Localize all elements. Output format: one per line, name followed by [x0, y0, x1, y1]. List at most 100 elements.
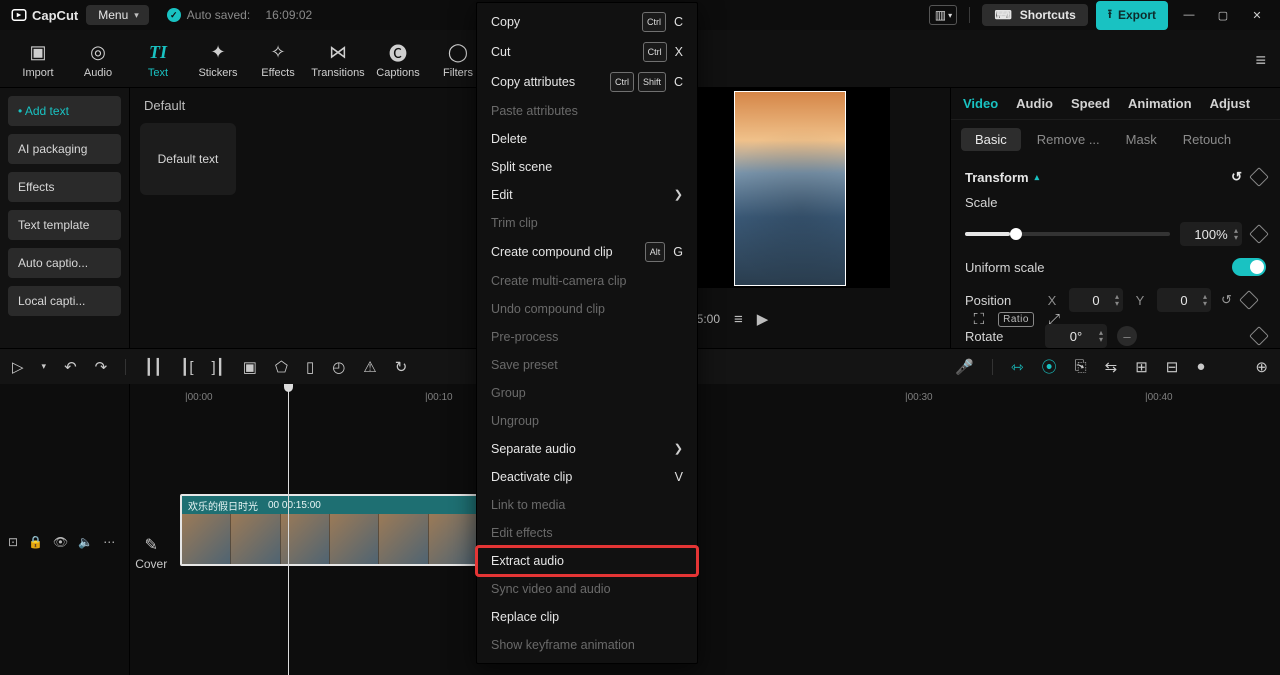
menu-dropdown[interactable]: Menu▾ [86, 5, 149, 25]
context-menu-item[interactable]: Split scene [477, 153, 697, 181]
insert-icon[interactable]: ⊟ [1166, 358, 1179, 376]
overwrite-icon[interactable]: ⊞ [1135, 358, 1148, 376]
subtab-mask[interactable]: Mask [1116, 128, 1167, 151]
track-lock-icon[interactable]: 🔒 [28, 535, 43, 549]
sidebar-item-ai-packaging[interactable]: AI packaging [8, 134, 121, 164]
undo-button[interactable]: ↶ [64, 358, 77, 376]
uniform-scale-toggle[interactable] [1232, 258, 1266, 276]
zoom-timeline-icon[interactable]: ⊕ [1255, 358, 1268, 376]
subtab-remove[interactable]: Remove ... [1027, 128, 1110, 151]
sidebar-item-text-template[interactable]: Text template [8, 210, 121, 240]
play-button[interactable]: ▶ [757, 310, 769, 328]
tool-dropdown[interactable]: ▾ [42, 361, 47, 372]
transform-section-header[interactable]: Transform▴ ↺ [951, 159, 1280, 189]
scale-keyframe[interactable] [1249, 224, 1269, 244]
list-icon[interactable]: ≡ [734, 311, 743, 328]
scale-slider[interactable] [965, 232, 1170, 236]
inspector-tab-audio[interactable]: Audio [1016, 96, 1053, 111]
reverse-tool[interactable]: ↻ [395, 358, 408, 376]
mirror-tool[interactable]: ⚠ [363, 358, 376, 376]
panel-menu-icon[interactable]: ≡ [1255, 50, 1266, 71]
context-menu-item[interactable]: Deactivate clipV [477, 463, 697, 491]
context-menu-label: Group [491, 384, 526, 402]
inspector-tab-video[interactable]: Video [963, 96, 998, 111]
shortcuts-button[interactable]: ⌨ Shortcuts [982, 4, 1087, 26]
window-maximize[interactable]: ▢ [1210, 2, 1236, 28]
tab-import[interactable]: ▣Import [8, 34, 68, 87]
timeline-ruler[interactable]: |00:00 |00:10 |00:30 |00:40 [130, 384, 1280, 414]
subtab-retouch[interactable]: Retouch [1173, 128, 1241, 151]
caret-up-icon: ▴ [1035, 172, 1040, 183]
preview-canvas[interactable] [690, 88, 890, 288]
window-minimize[interactable]: — [1176, 2, 1202, 28]
ratio-button[interactable]: Ratio [998, 312, 1034, 327]
frame-icon[interactable]: ⛶ [974, 311, 985, 328]
marker-tool[interactable]: ⬠ [275, 358, 288, 376]
keyframe-diamond-icon[interactable] [1249, 167, 1269, 187]
context-menu-label: Undo compound clip [491, 300, 605, 318]
autosave-status: ✓ Auto saved: 16:09:02 [167, 8, 312, 22]
tab-transitions[interactable]: ⋈Transitions [308, 34, 368, 87]
context-menu-item[interactable]: Extract audio [477, 547, 697, 575]
position-x-input[interactable]: 0▴▾ [1069, 288, 1123, 312]
position-reset-icon[interactable]: ↺ [1221, 292, 1232, 308]
export-button[interactable]: ⭱ Export [1096, 1, 1168, 30]
link-icon[interactable]: ⎘ [1075, 358, 1087, 375]
context-menu-item[interactable]: Edit ❯ [477, 181, 697, 209]
context-menu-item[interactable]: Create compound clipAltG [477, 237, 697, 267]
context-menu-item[interactable]: Separate audio❯ [477, 435, 697, 463]
playhead[interactable] [288, 384, 289, 675]
layout-button[interactable]: ▥ ▾ [929, 5, 957, 25]
inspector-tab-speed[interactable]: Speed [1071, 96, 1110, 111]
tab-captions[interactable]: 🅒Captions [368, 34, 428, 87]
import-icon: ▣ [28, 43, 48, 63]
context-menu-item[interactable]: Replace clip [477, 603, 697, 631]
position-y-input[interactable]: 0▴▾ [1157, 288, 1211, 312]
redo-button[interactable]: ↷ [95, 358, 108, 376]
mic-icon[interactable]: 🎤 [955, 358, 974, 376]
sidebar-item-effects[interactable]: Effects [8, 172, 121, 202]
context-menu-item[interactable]: Copy attributesCtrlShiftC [477, 67, 697, 97]
context-menu-item[interactable]: CutCtrlX [477, 37, 697, 67]
tab-audio[interactable]: ◎Audio [68, 34, 128, 87]
scale-value[interactable]: 100%▴▾ [1180, 222, 1242, 246]
inspector-tab-animation[interactable]: Animation [1128, 96, 1192, 111]
snap-icon[interactable]: ⇿ [1011, 358, 1024, 376]
default-text-thumb[interactable]: Default text [140, 123, 236, 195]
sidebar-item-local-captions[interactable]: Local capti... [8, 286, 121, 316]
split-tool[interactable]: ┃┃ [144, 358, 162, 376]
record-icon[interactable]: ● [1196, 358, 1205, 375]
rotate-dial[interactable]: – [1117, 326, 1137, 346]
trim-left-tool[interactable]: ┃[ [180, 358, 193, 376]
track-expand-icon[interactable]: ⊡ [8, 535, 18, 549]
window-close[interactable]: ✕ [1244, 2, 1270, 28]
chain-icon[interactable]: ⇆ [1105, 358, 1118, 376]
inspector-tab-adjust[interactable]: Adjust [1210, 96, 1250, 111]
sidebar-item-auto-captions[interactable]: Auto captio... [8, 248, 121, 278]
track-more-icon[interactable]: ⋯ [103, 535, 115, 549]
tab-stickers[interactable]: ✦Stickers [188, 34, 248, 87]
context-menu-item[interactable]: CopyCtrlC [477, 7, 697, 37]
context-menu-label: Edit [491, 186, 513, 204]
sidebar-item-add-text[interactable]: Add text [8, 96, 121, 126]
track-mute-icon[interactable]: 🔈 [78, 535, 93, 549]
position-keyframe[interactable] [1239, 290, 1259, 310]
shortcut-hint: CtrlC [642, 12, 683, 32]
pointer-tool[interactable]: ▷ [12, 358, 24, 376]
trim-right-tool[interactable]: ]┃ [212, 358, 225, 376]
reset-icon[interactable]: ↺ [1231, 169, 1242, 185]
magnet-icon[interactable]: ⦿ [1042, 356, 1057, 377]
context-menu-item[interactable]: Delete [477, 125, 697, 153]
freeze-tool[interactable]: ▯ [306, 358, 314, 376]
speed-tool[interactable]: ◴ [332, 358, 345, 376]
track-visibility-icon[interactable]: 👁 [53, 535, 68, 549]
subtab-basic[interactable]: Basic [961, 128, 1021, 151]
crop-tool[interactable]: ▣ [243, 358, 257, 376]
rotate-input[interactable]: 0°▴▾ [1045, 324, 1107, 348]
preview-clip[interactable] [734, 91, 846, 286]
tab-effects[interactable]: ✧Effects [248, 34, 308, 87]
chevron-right-icon: ❯ [674, 186, 683, 204]
rotate-keyframe[interactable] [1249, 326, 1269, 346]
tab-text[interactable]: TIText [128, 34, 188, 87]
timeline-clip[interactable]: 欢乐的假日时光 00 00:15:00 [180, 494, 480, 566]
